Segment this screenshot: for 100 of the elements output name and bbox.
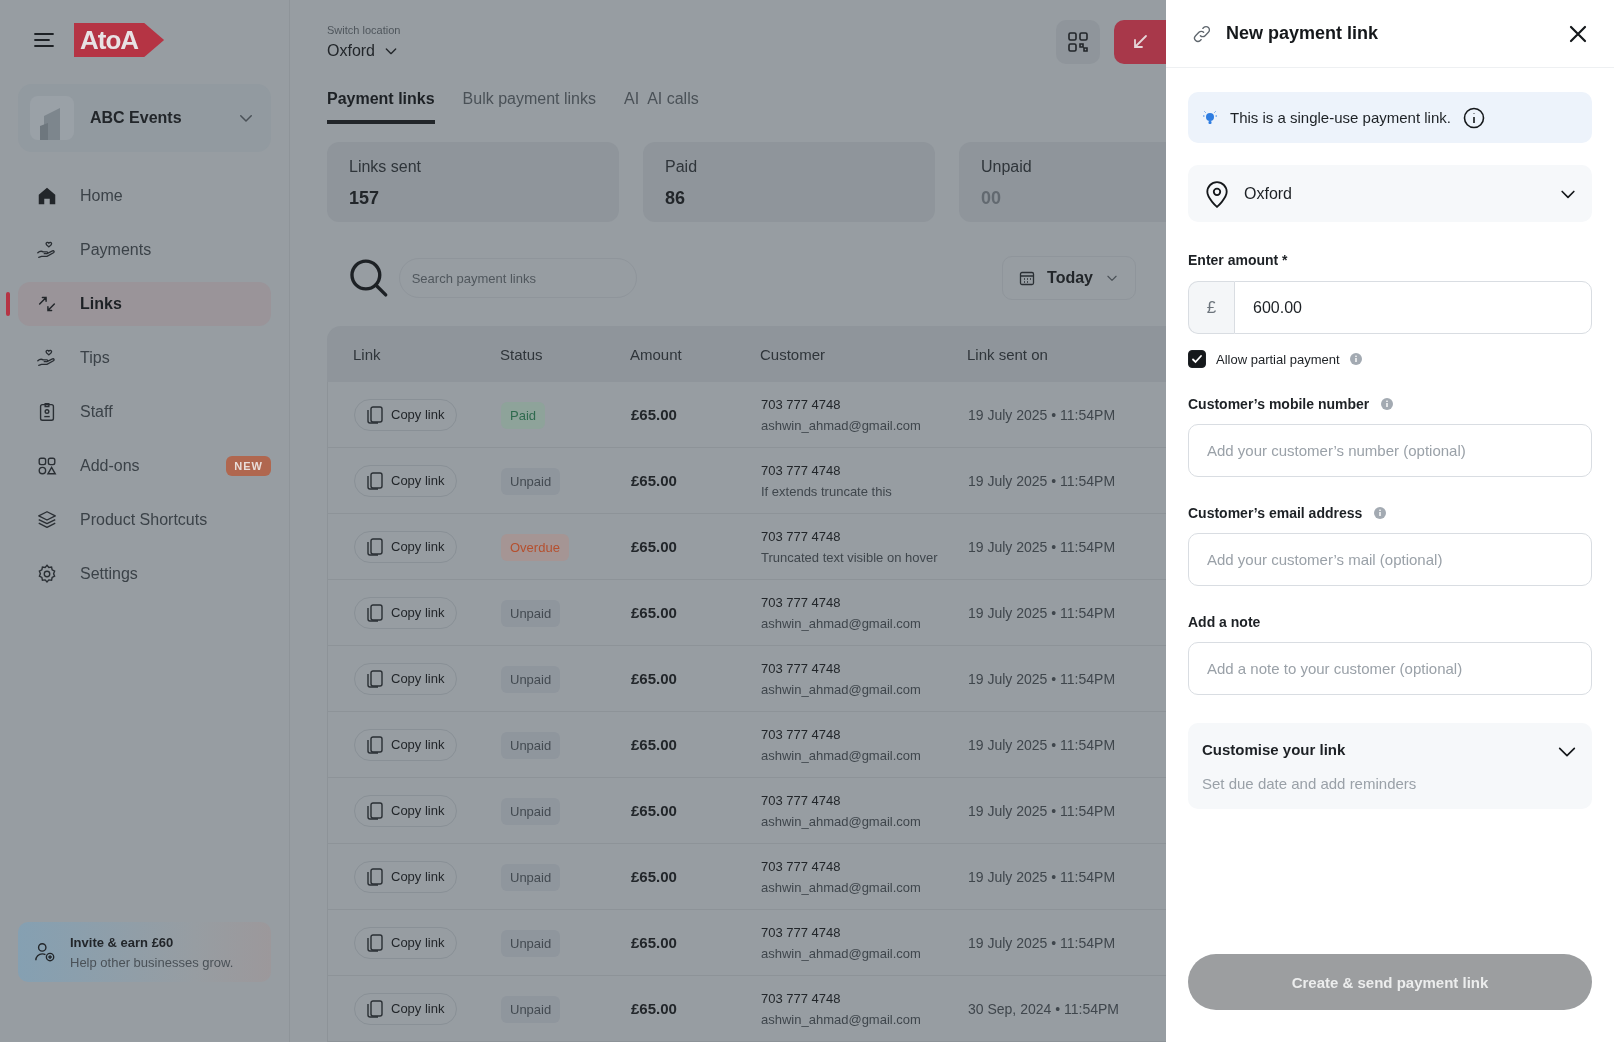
customer-detail: ashwin_ahmad@gmail.com (761, 945, 922, 961)
status-badge: Unpaid (501, 731, 561, 759)
info-icon (1381, 398, 1394, 410)
copy-icon (367, 999, 383, 1018)
panel-title: New payment link (1226, 23, 1380, 44)
copy-icon (367, 735, 383, 754)
status-badge: Overdue (501, 533, 569, 561)
info-icon (1349, 353, 1362, 365)
tab[interactable]: Bulk payment links (462, 84, 596, 124)
nav-item[interactable]: Product Shortcuts (18, 498, 271, 542)
nav-item[interactable]: Links (18, 282, 271, 326)
nav-item[interactable]: Home (18, 174, 271, 218)
sent-date-cell-text: 19 July 2025 • 11:54PM (968, 736, 1117, 753)
invite-title: Invite & earn £60 (70, 934, 175, 950)
invite-card[interactable]: Invite & earn £60 Help other businesses grow. (18, 922, 271, 982)
nav-item[interactable]: Tips (18, 336, 271, 380)
column-header: Amount (630, 345, 683, 363)
customer-detail: ashwin_ahmad@gmail.com (761, 681, 922, 697)
customer-phone: 703 777 4748 (761, 924, 842, 940)
info-icon[interactable] (1462, 106, 1485, 129)
copy-icon (367, 933, 383, 952)
customer-detail: ashwin_ahmad@gmail.com (761, 615, 922, 631)
location-dropdown[interactable]: Oxford (1188, 165, 1592, 222)
stat-label: Paid (665, 158, 699, 176)
customer-detail: Truncated text visible on hover (761, 549, 939, 565)
sent-date-cell-text: 19 July 2025 • 11:54PM (968, 802, 1117, 819)
logo: AtoA (74, 23, 165, 57)
business-name: ABC Events (90, 109, 183, 127)
close-button[interactable] (1568, 23, 1588, 44)
menu-icon[interactable] (34, 32, 54, 48)
amount-cell-text: £65.00 (631, 934, 678, 951)
sent-date-cell-text: 19 July 2025 • 11:54PM (968, 934, 1117, 951)
info-icon (1374, 507, 1387, 519)
status-badge: Unpaid (501, 599, 561, 627)
add-user-icon (34, 941, 56, 963)
customer-phone: 703 777 4748 (761, 990, 842, 1006)
nav-item[interactable]: Staff (18, 390, 271, 434)
lightbulb-icon (1202, 109, 1218, 126)
action-button[interactable] (1114, 20, 1166, 64)
sent-date-cell-text: 19 July 2025 • 11:54PM (968, 670, 1117, 687)
checkbox-label: Allow partial payment (1216, 351, 1340, 367)
date-filter-button[interactable]: Today (1002, 256, 1136, 300)
ai-label: AI (624, 90, 640, 109)
check-icon (1191, 353, 1203, 365)
customer-phone: 703 777 4748 (761, 792, 842, 808)
shapes-icon (36, 455, 58, 477)
copy-icon (367, 801, 383, 820)
amount-cell-text: £65.00 (631, 604, 678, 621)
location-selector[interactable]: Oxford (327, 42, 1056, 60)
qr-code-button[interactable] (1056, 20, 1100, 64)
stat-value: 86 (665, 188, 687, 209)
currency-prefix: £ (1188, 281, 1234, 334)
location-pin-icon (1204, 179, 1230, 208)
tab[interactable]: Payment links (327, 84, 435, 124)
customer-detail: ashwin_ahmad@gmail.com (761, 813, 922, 829)
customer-phone: 703 777 4748 (761, 594, 842, 610)
settings-icon (36, 563, 58, 585)
copy-icon (367, 867, 383, 886)
calendar-icon (1019, 270, 1036, 286)
status-badge: Unpaid (501, 995, 561, 1023)
amount-cell-text: £65.00 (631, 868, 678, 885)
amount-field[interactable]: 600.00 (1234, 281, 1592, 334)
nav-item[interactable]: Add-ons NEW (18, 444, 271, 488)
status-badge: Unpaid (501, 467, 561, 495)
customise-link-card[interactable]: Customise your link Set due date and add reminders (1188, 723, 1592, 809)
customer-detail: If extends truncate this (761, 483, 893, 499)
nav-item[interactable]: Settings (18, 552, 271, 596)
column-header: Customer (760, 345, 827, 363)
customer-phone: 703 777 4748 (761, 462, 842, 478)
amount-cell-text: £65.00 (631, 538, 678, 555)
customer-phone: 703 777 4748 (761, 858, 842, 874)
new-badge: NEW (226, 456, 271, 476)
search-field[interactable]: Search payment links (398, 258, 637, 298)
field-label: Customer’s email address (1188, 505, 1363, 521)
mobile-number-field[interactable]: Add your customer’s number (optional) (1188, 424, 1592, 477)
home-icon (36, 185, 58, 207)
amount-cell-text: £65.00 (631, 406, 678, 423)
qr-code-icon (1068, 32, 1088, 52)
stat-label: Unpaid (981, 158, 1033, 176)
customer-phone: 703 777 4748 (761, 660, 842, 676)
hand-heart-icon (36, 239, 58, 261)
status-badge: Paid (501, 401, 546, 429)
email-field[interactable]: Add your customer’s mail (optional) (1188, 533, 1592, 586)
field-label: Add a note (1188, 614, 1262, 630)
note-field[interactable]: Add a note to your customer (optional) (1188, 642, 1592, 695)
field-label: Customer’s mobile number (1188, 396, 1370, 412)
hand-heart-icon (36, 347, 58, 369)
layers-icon (36, 509, 58, 531)
amount-cell-text: £65.00 (631, 472, 678, 489)
card-title: Customise your link (1202, 740, 1347, 760)
business-switcher[interactable]: ABC Events (18, 84, 271, 152)
location-label: Switch location (327, 24, 402, 36)
copy-icon (367, 405, 383, 424)
tab[interactable]: AI AI calls (624, 84, 699, 124)
column-header: Link sent on (967, 345, 1049, 363)
copy-icon (367, 471, 383, 490)
customer-phone: 703 777 4748 (761, 726, 842, 742)
checkbox[interactable] (1188, 350, 1206, 368)
nav-item[interactable]: Payments (18, 228, 271, 272)
customer-detail: ashwin_ahmad@gmail.com (761, 747, 922, 763)
